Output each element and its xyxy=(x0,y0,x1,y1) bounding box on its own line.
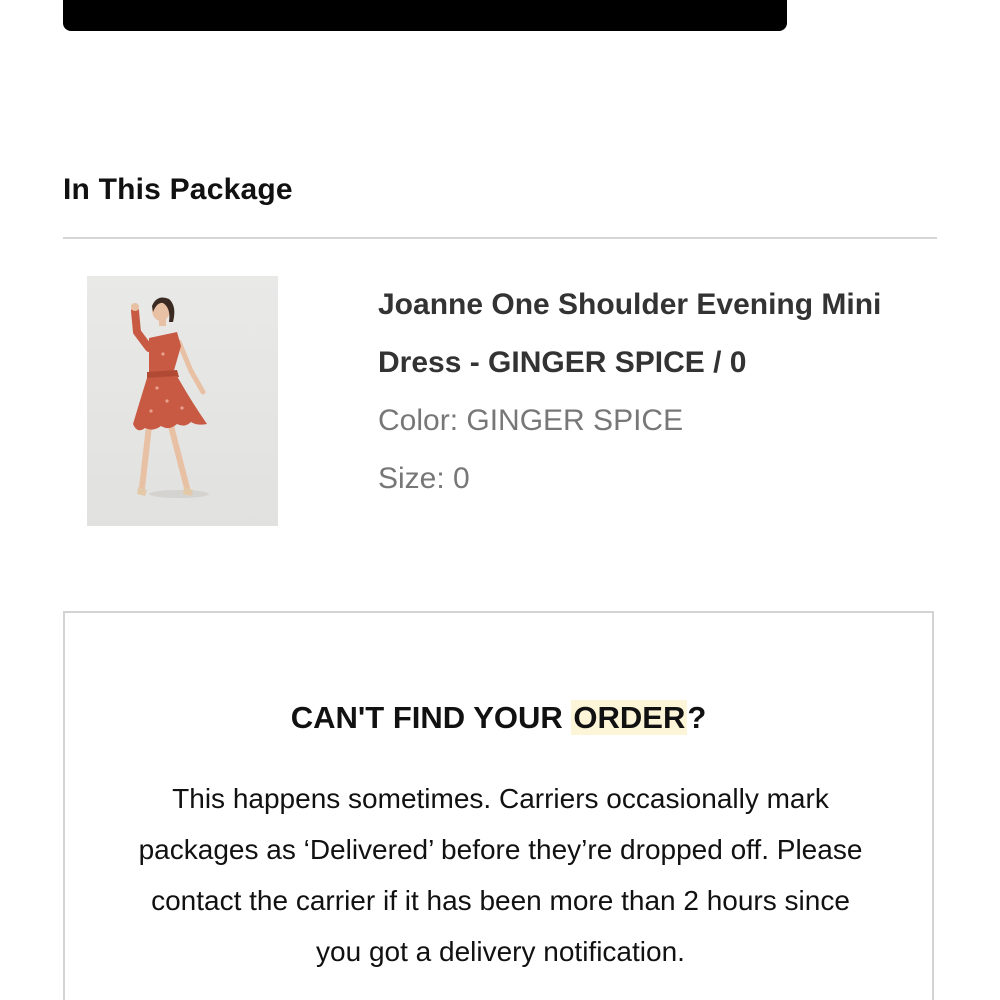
package-email-page: In This Package Joanne One Shoulder Even… xyxy=(0,0,1000,1000)
product-image[interactable] xyxy=(87,276,278,526)
dress-photo-icon xyxy=(131,297,209,498)
size-label: Size: xyxy=(378,462,445,495)
product-size: Size: 0 xyxy=(378,450,938,508)
help-title-prefix: CAN'T FIND YOUR xyxy=(290,700,572,735)
help-body: This happens sometimes. Carriers occasio… xyxy=(138,783,863,967)
product-details: Joanne One Shoulder Evening Mini Dress -… xyxy=(378,276,938,508)
track-package-button[interactable] xyxy=(63,0,787,31)
size-value: 0 xyxy=(453,462,470,495)
product-name[interactable]: Joanne One Shoulder Evening Mini Dress -… xyxy=(378,276,938,392)
section-divider xyxy=(63,237,937,239)
cant-find-order-box: CAN'T FIND YOUR ORDER? This happens some… xyxy=(63,611,934,1000)
help-title: CAN'T FIND YOUR ORDER? xyxy=(65,698,932,738)
section-title: In This Package xyxy=(63,173,293,206)
color-value: GINGER SPICE xyxy=(466,404,684,437)
help-title-highlight: ORDER xyxy=(571,700,688,735)
color-label: Color: xyxy=(378,404,459,437)
help-title-suffix: ? xyxy=(687,700,707,735)
product-color: Color: GINGER SPICE xyxy=(378,392,938,450)
